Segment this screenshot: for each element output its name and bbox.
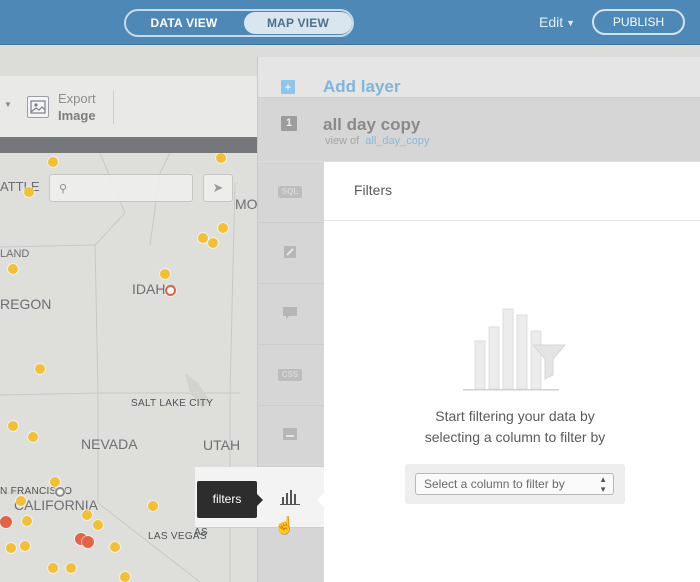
hand-cursor-icon: ☝	[274, 516, 296, 535]
map-point[interactable]	[198, 233, 208, 243]
map-point[interactable]	[208, 238, 218, 248]
layer-number-badge: 1	[281, 116, 297, 131]
export-image-icon[interactable]	[27, 96, 49, 118]
map-point[interactable]	[82, 536, 94, 548]
map-point[interactable]	[216, 153, 226, 163]
map-search-input[interactable]: ⚲	[49, 174, 193, 202]
search-icon: ⚲	[59, 183, 68, 195]
map-point[interactable]	[8, 264, 18, 274]
layer-source-line: view of all_day_copy	[325, 135, 430, 147]
map-label-salt-lake-city: SALT LAKE CITY	[131, 398, 214, 409]
map-point[interactable]	[0, 516, 12, 528]
tool-wizard[interactable]	[258, 223, 324, 284]
map-point-city	[55, 487, 65, 497]
caret-down-icon: ▼	[566, 18, 576, 29]
layer-view-of-label: view of	[325, 135, 360, 147]
add-layer-button[interactable]: + Add layer	[258, 57, 700, 98]
select-arrows-icon: ▲ ▼	[599, 475, 607, 494]
data-view-tab[interactable]: DATA VIEW	[128, 12, 240, 34]
tool-infowindow[interactable]	[258, 284, 324, 345]
filters-empty-message: Start filtering your data by selecting a…	[324, 406, 700, 448]
map-point[interactable]	[110, 542, 120, 552]
map-point[interactable]	[93, 520, 103, 530]
map-label-as: AS	[194, 527, 208, 538]
filters-empty-line1: Start filtering your data by	[435, 408, 595, 424]
map-point[interactable]	[16, 496, 26, 506]
edit-label: Edit	[539, 14, 564, 30]
layer-panel: + Add layer 1 all day copy view of all_d…	[195, 57, 700, 582]
filters-title: Filters	[354, 182, 393, 198]
layer-source-link[interactable]: all_day_copy	[365, 135, 429, 147]
export-label-line1: Export	[58, 91, 96, 106]
locate-button[interactable]: ➤	[203, 174, 233, 202]
filter-column-select[interactable]: Select a column to filter by ▲ ▼	[415, 473, 614, 495]
view-toggle: DATA VIEW MAP VIEW	[124, 9, 354, 37]
paper-plane-icon: ➤	[212, 180, 224, 195]
tool-css[interactable]: CSS	[258, 345, 324, 406]
map-point[interactable]	[48, 157, 58, 167]
sql-icon: SQL	[278, 186, 302, 198]
select-placeholder: Select a column to filter by	[424, 477, 565, 491]
layer-header[interactable]: 1 all day copy view of all_day_copy	[258, 98, 700, 161]
toolbar-divider	[113, 90, 114, 124]
filters-empty-line2: selecting a column to filter by	[424, 429, 606, 445]
filters-tooltip: filters	[197, 481, 263, 518]
map-label-nevada: NEVADA	[81, 436, 138, 452]
map-point[interactable]	[35, 364, 45, 374]
map-point[interactable]	[22, 516, 32, 526]
filters-pane: Filters Start filtering your data by sel…	[317, 162, 700, 582]
map-point[interactable]	[50, 477, 60, 487]
legend-icon	[278, 426, 302, 444]
map-point[interactable]	[6, 543, 16, 553]
map-point[interactable]	[82, 510, 92, 520]
layer-name[interactable]: all day copy	[323, 115, 420, 135]
speech-bubble-icon	[278, 304, 302, 322]
tool-legend[interactable]	[258, 406, 324, 467]
publish-button[interactable]: PUBLISH	[592, 9, 685, 35]
map-point[interactable]	[148, 501, 158, 511]
map-point[interactable]	[66, 563, 76, 573]
filter-column-select-wrap: Select a column to filter by ▲ ▼	[405, 464, 625, 504]
map-point[interactable]	[218, 223, 228, 233]
edit-menu[interactable]: Edit ▼	[539, 14, 575, 30]
map-label-utah: UTAH	[203, 437, 241, 453]
map-point[interactable]	[20, 541, 30, 551]
map-point-selected[interactable]	[165, 285, 176, 296]
map-point[interactable]	[28, 432, 38, 442]
filters-header: Filters	[324, 162, 700, 221]
map-view-tab[interactable]: MAP VIEW	[244, 12, 352, 34]
map-point[interactable]	[8, 421, 18, 431]
map-label-portland: LAND	[0, 248, 30, 260]
map-point[interactable]	[120, 572, 130, 582]
tool-sql[interactable]: SQL	[258, 162, 324, 223]
pane-pointer	[317, 493, 324, 507]
export-label-line2: Image	[58, 108, 96, 123]
caret-down-icon[interactable]: ▼	[4, 100, 12, 109]
add-layer-label: Add layer	[323, 77, 401, 96]
bar-chart-icon	[278, 487, 302, 505]
css-icon: CSS	[278, 369, 302, 381]
map-point[interactable]	[48, 563, 58, 573]
paintbrush-icon	[278, 243, 302, 261]
map-point[interactable]	[24, 187, 34, 197]
map-header-strip	[0, 137, 258, 153]
filter-illustration-icon	[463, 308, 567, 391]
export-image-button[interactable]: Export Image	[58, 90, 96, 124]
top-bar: DATA VIEW MAP VIEW Edit ▼ PUBLISH	[0, 0, 700, 45]
map-point[interactable]	[160, 269, 170, 279]
map-label-montana: MO	[235, 196, 258, 212]
plus-icon: +	[281, 80, 295, 94]
map-label-oregon: REGON	[0, 296, 52, 312]
